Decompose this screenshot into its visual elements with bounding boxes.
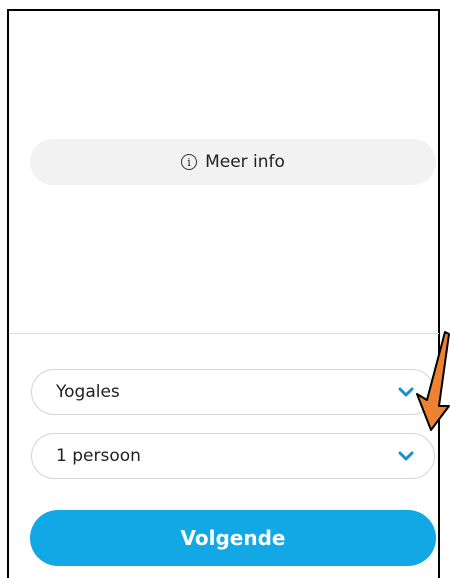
info-circle-icon: i [181,154,198,170]
activity-select[interactable]: Yogales [31,369,435,415]
next-button-label: Volgende [180,526,286,550]
section-divider [9,333,439,334]
persons-select-value: 1 persoon [56,446,141,466]
annotation-arrow [416,331,450,431]
persons-select[interactable]: 1 persoon [31,433,435,479]
chevron-down-icon [398,387,414,397]
more-info-button[interactable]: i Meer info [30,139,436,185]
more-info-label: Meer info [205,152,285,172]
activity-select-value: Yogales [56,382,120,402]
next-button[interactable]: Volgende [30,510,436,566]
page-frame [7,9,440,578]
chevron-down-icon [398,451,414,461]
